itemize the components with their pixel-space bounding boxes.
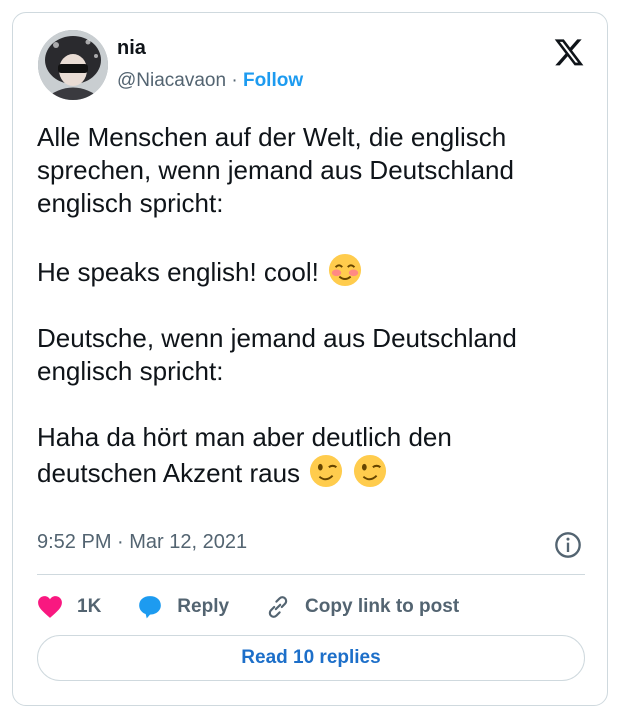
author-handle[interactable]: @Niacavaon: [117, 70, 226, 91]
read-replies-button[interactable]: Read 10 replies: [37, 635, 585, 681]
action-bar: 1K Reply Copy link to post: [37, 591, 495, 623]
tweet-line: englisch spricht:: [37, 356, 224, 386]
tweet-line: Alle Menschen auf der Welt, die englisch: [37, 122, 507, 152]
tweet-line-with-emoji: deutschen Akzent raus: [37, 454, 597, 490]
tweet-line: sprechen, wenn jemand aus Deutschland: [37, 155, 514, 185]
follow-button[interactable]: Follow: [243, 70, 303, 91]
like-button[interactable]: 1K: [37, 595, 101, 619]
timestamp[interactable]: 9:52 PM · Mar 12, 2021: [37, 531, 247, 554]
author-name[interactable]: nia: [117, 37, 146, 60]
link-icon: [268, 596, 288, 618]
reply-bubble-icon: [139, 596, 162, 619]
divider: [37, 574, 585, 575]
smiling-face-blushing-emoji: [329, 253, 362, 287]
tweet-line: He speaks english! cool!: [37, 257, 319, 287]
winking-face-emoji: [310, 454, 343, 488]
heart-icon: [38, 596, 62, 618]
tweet-line: Haha da hört man aber deutlich den: [37, 422, 452, 452]
reply-label: Reply: [177, 596, 230, 617]
winking-face-emoji: [353, 454, 386, 488]
info-icon[interactable]: [554, 531, 582, 559]
copy-link-label: Copy link to post: [305, 596, 460, 617]
reply-button[interactable]: Reply: [137, 594, 229, 620]
like-count: 1K: [77, 596, 102, 617]
tweet-line: deutschen Akzent raus: [37, 458, 301, 488]
tweet-card: nia @Niacavaon · Follow Alle Menschen au…: [12, 12, 608, 706]
tweet-line: englisch spricht:: [37, 188, 224, 218]
separator: ·: [231, 70, 238, 91]
x-logo-icon[interactable]: [553, 36, 585, 68]
handle-row: @Niacavaon · Follow: [117, 70, 303, 92]
tweet-line-with-emoji: He speaks english! cool!: [37, 253, 597, 289]
tweet-text: Alle Menschen auf der Welt, die englisch…: [37, 121, 597, 490]
copy-link-button[interactable]: Copy link to post: [265, 594, 459, 620]
avatar[interactable]: [38, 30, 108, 100]
tweet-line: Deutsche, wenn jemand aus Deutschland: [37, 323, 517, 353]
